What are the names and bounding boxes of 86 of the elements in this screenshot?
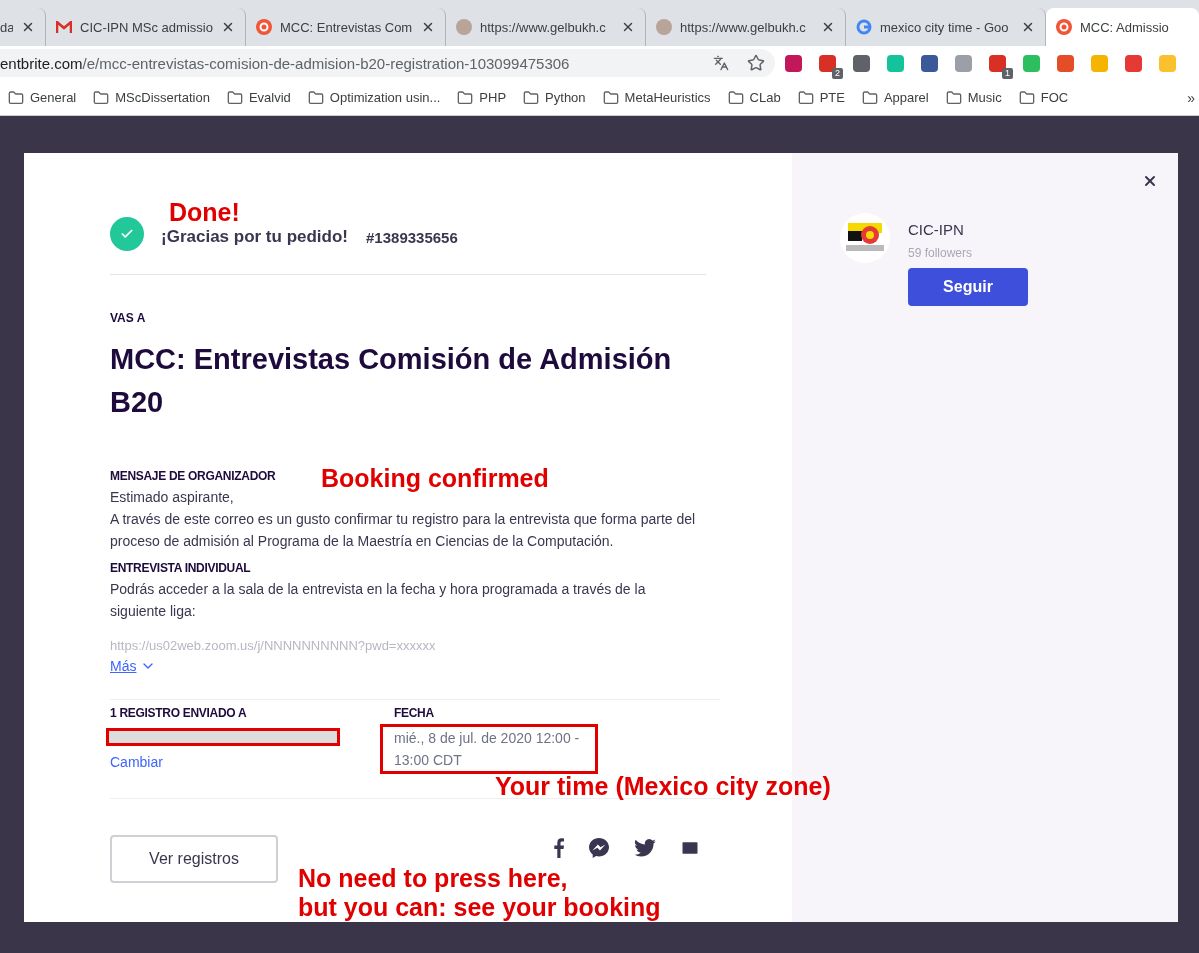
facebook-icon[interactable] bbox=[554, 838, 564, 858]
faded-link-text: https://us02web.zoom.us/j/NNNNNNNNNN?pwd=xxxxxx bbox=[110, 638, 436, 654]
bookmark-link[interactable]: PTE bbox=[819, 90, 845, 105]
section-heading: ENTREVISTA INDIVIDUAL bbox=[110, 560, 251, 577]
extension-icon[interactable] bbox=[853, 54, 870, 72]
annotation-text: but you can: see your booking bbox=[298, 895, 661, 920]
tab-title: mexico city time - Goo bbox=[880, 19, 1010, 35]
tab-title: https://www.gelbukh.c bbox=[680, 19, 807, 35]
bookmark-link[interactable]: Optimization usin... bbox=[329, 90, 441, 105]
folder-icon[interactable] bbox=[602, 89, 619, 106]
bookmark-link[interactable]: Apparel bbox=[883, 90, 929, 105]
bookmark-link[interactable]: General bbox=[30, 90, 77, 105]
folder-icon[interactable] bbox=[1018, 89, 1035, 106]
order-number: #1389335656 bbox=[366, 229, 458, 246]
tab-title: CIC-IPN MSc admissio bbox=[80, 19, 213, 35]
badge-count: 2 bbox=[832, 67, 843, 79]
annotation-text: Done! bbox=[169, 200, 240, 225]
logo-icon bbox=[856, 19, 872, 35]
twitter-icon[interactable] bbox=[634, 839, 656, 857]
check-icon bbox=[110, 217, 144, 251]
event-title: MCC: Entrevistas Comisión de Admisión B20 bbox=[110, 342, 673, 420]
mail-icon bbox=[56, 21, 72, 33]
browser-tab[interactable]: MCC: Admissio bbox=[1046, 8, 1199, 46]
organizer-name: CIC-IPN bbox=[908, 221, 965, 238]
date-label: FECHA bbox=[394, 706, 435, 720]
bookmark-link[interactable]: Music bbox=[967, 90, 1002, 105]
tab-title: MCC: Entrevistas Com bbox=[280, 19, 413, 35]
logo-icon bbox=[256, 19, 272, 35]
bookmark-link[interactable]: MetaHeuristics bbox=[624, 90, 711, 105]
close-icon[interactable] bbox=[821, 20, 835, 34]
follow-button[interactable]: Seguir bbox=[908, 268, 1028, 306]
bookmark-link[interactable]: FOC bbox=[1040, 90, 1069, 105]
recipient-label: 1 REGISTRO ENVIADO A bbox=[110, 706, 248, 720]
bookmark-link[interactable]: MScDissertation bbox=[115, 90, 210, 105]
annotation-text: Booking confirmed bbox=[321, 466, 549, 491]
folder-icon[interactable] bbox=[861, 89, 878, 106]
bookmark-link[interactable]: Python bbox=[545, 90, 586, 105]
folder-icon[interactable] bbox=[226, 89, 243, 106]
folder-icon[interactable] bbox=[727, 89, 744, 106]
message-text: Estimado aspirante, bbox=[110, 488, 235, 507]
extension-icon[interactable] bbox=[989, 54, 1006, 72]
address-bar[interactable]: entbrite.com/e/mcc-entrevistas-comision-de-admision-b20-registration-103099475306 bbox=[0, 49, 775, 77]
extension-icon[interactable] bbox=[921, 54, 938, 72]
close-icon[interactable] bbox=[1142, 173, 1158, 189]
bookmark-link[interactable]: CLab bbox=[749, 90, 781, 105]
more-link[interactable]: Más bbox=[110, 658, 157, 674]
avatar-icon bbox=[656, 19, 672, 35]
avatar-icon bbox=[456, 19, 472, 35]
folder-icon[interactable] bbox=[523, 89, 540, 106]
date-value: mié., 8 de jul. de 2020 12:00 - 13:00 CDT bbox=[380, 724, 598, 774]
star-icon[interactable] bbox=[747, 54, 765, 72]
close-icon[interactable] bbox=[21, 20, 35, 34]
url-text: entbrite.com/e/mcc-entrevistas-comision-de-admision-b20-registration-103099475306 bbox=[0, 54, 571, 72]
order-message: ¡Gracias por tu pedido! bbox=[161, 227, 349, 247]
organizer-logo bbox=[840, 213, 890, 263]
close-icon[interactable] bbox=[421, 20, 435, 34]
annotation-text: No need to press here, bbox=[298, 866, 568, 891]
section-heading: MENSAJE DE ORGANIZADOR bbox=[110, 468, 276, 485]
folder-icon[interactable] bbox=[93, 89, 110, 106]
extension-icon[interactable] bbox=[819, 54, 836, 72]
extension-icon[interactable] bbox=[1057, 54, 1074, 72]
logo-icon bbox=[1056, 19, 1072, 35]
folder-icon[interactable] bbox=[8, 89, 24, 106]
translate-icon[interactable] bbox=[713, 55, 729, 71]
badge-count: 1 bbox=[1002, 67, 1013, 79]
close-icon[interactable] bbox=[1021, 20, 1035, 34]
close-icon[interactable] bbox=[221, 20, 235, 34]
follower-count: 59 followers bbox=[908, 246, 974, 260]
view-registrations-button[interactable]: Ver registros bbox=[110, 835, 278, 883]
annotation-text: Your time (Mexico city zone) bbox=[495, 774, 831, 799]
tab-title: https://www.gelbukh.c bbox=[480, 19, 607, 35]
extension-icon[interactable] bbox=[1125, 54, 1142, 72]
message-text: Podrás acceder a la sala de la entrevista en la fecha y hora programada a través de la siguiente liga: bbox=[110, 580, 647, 621]
tab-title: MCC: Admissio bbox=[1080, 19, 1170, 35]
bookmark-link[interactable]: PHP bbox=[479, 90, 507, 105]
extension-icon[interactable] bbox=[785, 54, 802, 72]
more-bookmarks[interactable]: » bbox=[1187, 89, 1195, 106]
close-icon[interactable] bbox=[621, 20, 635, 34]
folder-icon[interactable] bbox=[797, 89, 814, 106]
folder-icon[interactable] bbox=[307, 89, 324, 106]
messenger-icon[interactable] bbox=[588, 837, 610, 859]
folder-icon[interactable] bbox=[457, 89, 474, 106]
folder-icon[interactable] bbox=[945, 89, 962, 106]
bookmark-link[interactable]: Evalvid bbox=[248, 90, 291, 105]
section-label: VAS A bbox=[110, 311, 147, 325]
message-text: A través de este correo es un gusto confirmar tu registro para la entrevista que forma parte del proceso de admisión al Programa de la Maestría en Ciencias de la Computación. bbox=[110, 510, 697, 551]
